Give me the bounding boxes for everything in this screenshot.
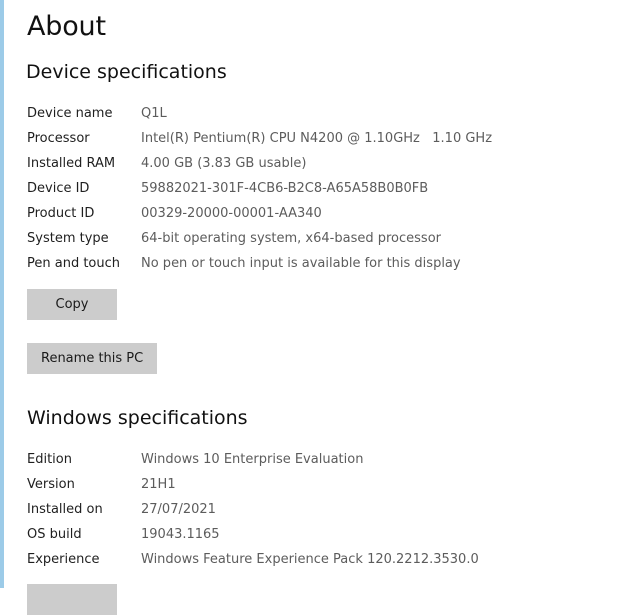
- spec-value: Windows 10 Enterprise Evaluation: [141, 452, 364, 467]
- spec-label: Processor: [27, 131, 90, 146]
- rename-pc-button[interactable]: Rename this PC: [27, 343, 158, 374]
- spec-row-edition: Edition Windows 10 Enterprise Evaluation: [27, 450, 627, 470]
- spec-label: Product ID: [27, 206, 95, 221]
- spec-label: System type: [27, 231, 109, 246]
- spec-value: 19043.1165: [141, 527, 220, 542]
- spec-label: OS build: [27, 527, 82, 542]
- spec-row-pen-and-touch: Pen and touch No pen or touch input is a…: [27, 254, 627, 274]
- spec-row-installed-ram: Installed RAM 4.00 GB (3.83 GB usable): [27, 154, 627, 174]
- spec-row-system-type: System type 64-bit operating system, x64…: [27, 229, 627, 249]
- copy-button[interactable]: Copy: [27, 289, 117, 320]
- spec-row-device-name: Device name Q1L: [27, 104, 627, 124]
- spec-value: Intel(R) Pentium(R) CPU N4200 @ 1.10GHz …: [141, 131, 493, 146]
- windows-specifications-heading: Windows specifications: [27, 407, 248, 429]
- spec-value: No pen or touch input is available for t…: [141, 256, 461, 271]
- device-specifications-heading: Device specifications: [26, 61, 227, 83]
- spec-value: Windows Feature Experience Pack 120.2212…: [141, 552, 479, 567]
- spec-row-processor: Processor Intel(R) Pentium(R) CPU N4200 …: [27, 129, 627, 149]
- spec-value: Q1L: [141, 106, 167, 121]
- spec-value: 59882021-301F-4CB6-B2C8-A65A58B0B0FB: [141, 181, 429, 196]
- about-page: About Device specifications Device name …: [26, 0, 642, 615]
- spec-row-device-id: Device ID 59882021-301F-4CB6-B2C8-A65A58…: [27, 179, 627, 199]
- spec-label: Installed on: [27, 502, 103, 517]
- spec-row-version: Version 21H1: [27, 475, 627, 495]
- spec-label: Pen and touch: [27, 256, 121, 271]
- spec-value: 27/07/2021: [141, 502, 216, 517]
- spec-row-os-build: OS build 19043.1165: [27, 525, 627, 545]
- window-edge-accent: [0, 0, 4, 588]
- spec-label: Version: [27, 477, 75, 492]
- page-title: About: [27, 11, 106, 42]
- spec-label: Edition: [27, 452, 72, 467]
- spec-value: 64-bit operating system, x64-based proce…: [141, 231, 441, 246]
- spec-value: 4.00 GB (3.83 GB usable): [141, 156, 307, 171]
- spec-label: Device name: [27, 106, 113, 121]
- spec-row-installed-on: Installed on 27/07/2021: [27, 500, 627, 520]
- spec-row-experience: Experience Windows Feature Experience Pa…: [27, 550, 627, 570]
- spec-value: 21H1: [141, 477, 176, 492]
- spec-value: 00329-20000-00001-AA340: [141, 206, 322, 221]
- spec-label: Device ID: [27, 181, 90, 196]
- spec-label: Installed RAM: [27, 156, 116, 171]
- windows-copy-button[interactable]: [27, 584, 117, 615]
- spec-row-product-id: Product ID 00329-20000-00001-AA340: [27, 204, 627, 224]
- spec-label: Experience: [27, 552, 100, 567]
